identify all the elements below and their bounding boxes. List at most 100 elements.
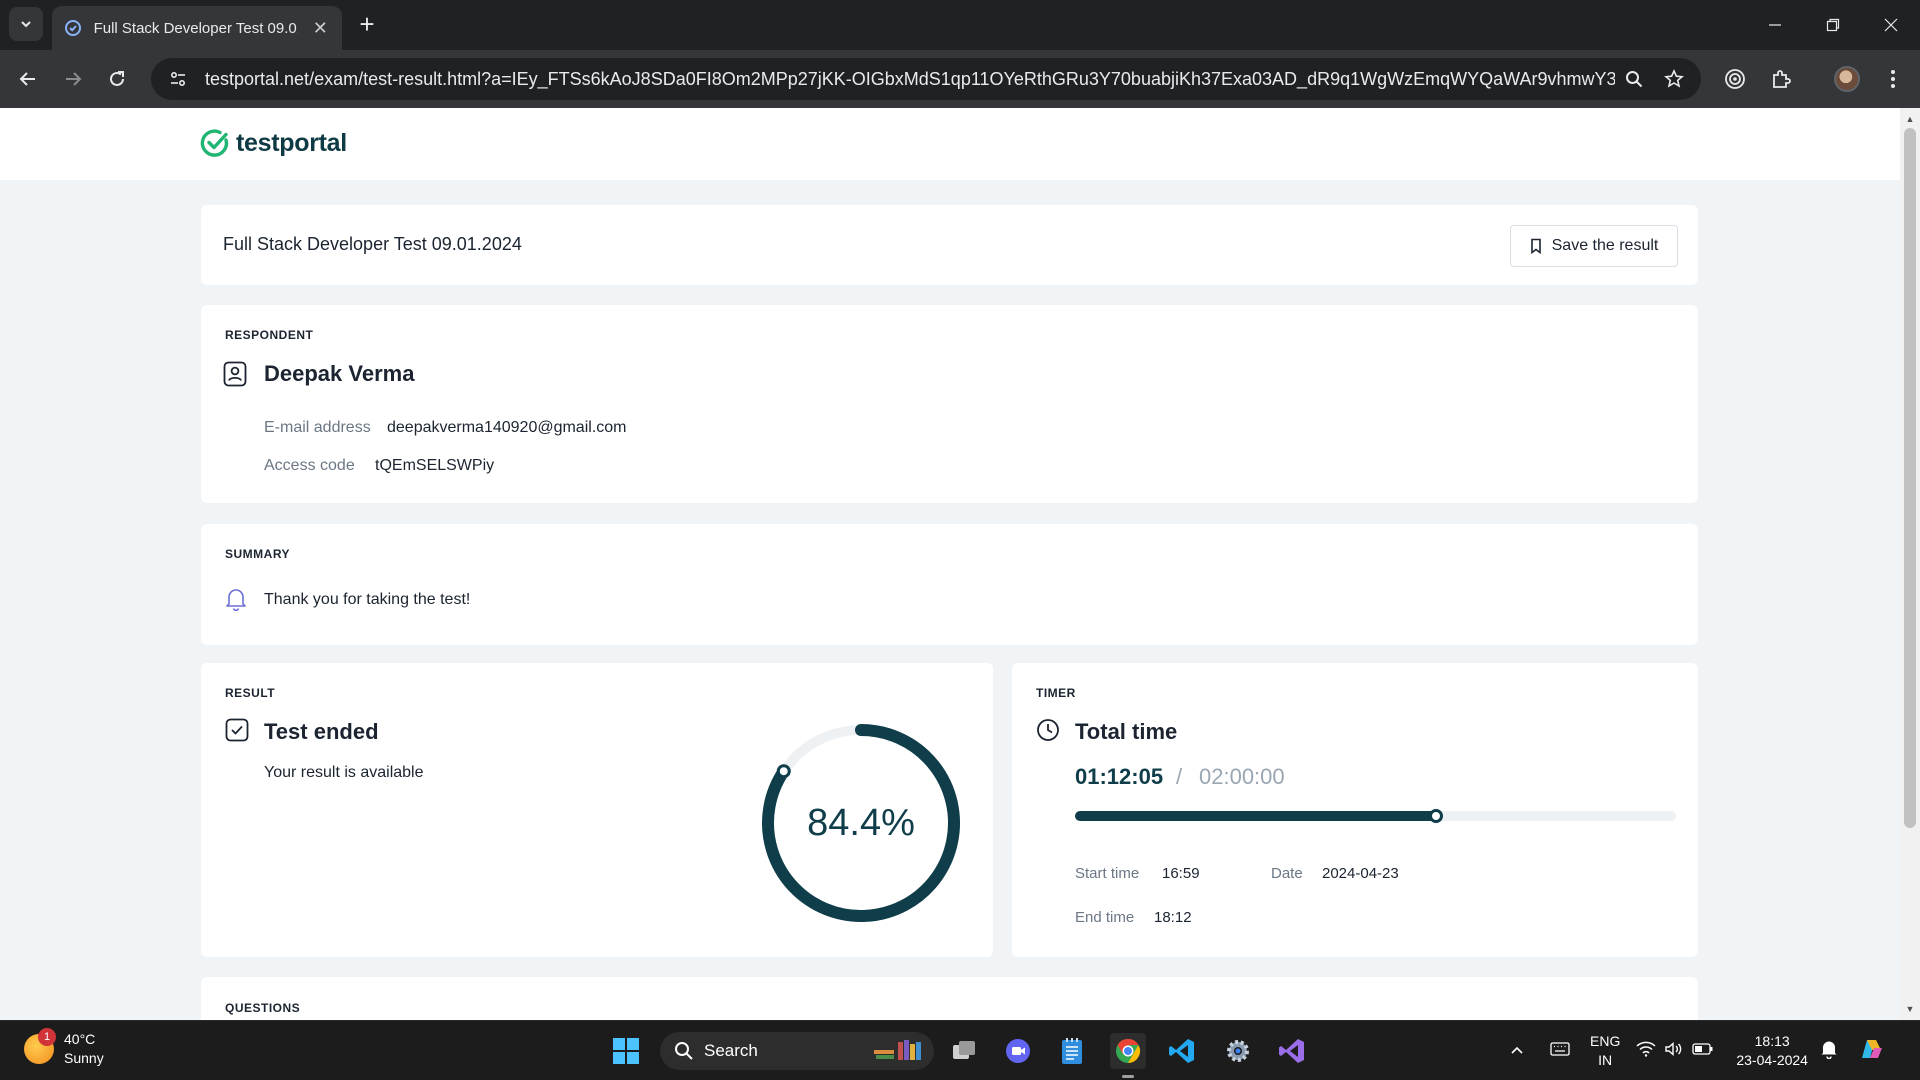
- copilot-icon[interactable]: [1856, 1034, 1886, 1069]
- reload-button[interactable]: [100, 62, 134, 96]
- test-title-card: Full Stack Developer Test 09.01.2024 Sav…: [201, 205, 1698, 285]
- zoom-icon[interactable]: [1621, 66, 1647, 92]
- result-card: RESULT Test ended Your result is availab…: [201, 663, 993, 957]
- minimize-button[interactable]: [1746, 0, 1804, 50]
- browser-tab[interactable]: Full Stack Developer Test 09.01.2024 ✕: [52, 6, 342, 50]
- notepad-button[interactable]: [1054, 1033, 1090, 1069]
- browser-menu-button[interactable]: [1876, 62, 1910, 96]
- profile-avatar: [1834, 66, 1860, 92]
- bookmark-star-icon[interactable]: [1661, 66, 1687, 92]
- chrome-icon: [1116, 1039, 1141, 1063]
- task-view-button[interactable]: [946, 1033, 982, 1069]
- teams-button[interactable]: [1000, 1033, 1036, 1069]
- language-indicator[interactable]: ENG IN: [1590, 1032, 1620, 1070]
- language-code: ENG: [1590, 1033, 1621, 1049]
- page-scrollbar[interactable]: ▲ ▼: [1900, 108, 1920, 1020]
- respondent-name: Deepak Verma: [264, 361, 415, 386]
- end-time-label: End time: [1075, 909, 1135, 926]
- start-time-value: 16:59: [1162, 865, 1200, 882]
- email-value: deepakverma140920@gmail.com: [387, 419, 627, 436]
- temperature: 40°C: [64, 1031, 96, 1047]
- restore-button[interactable]: [1804, 0, 1862, 50]
- test-title: Full Stack Developer Test 09.01.2024: [223, 234, 522, 254]
- close-window-button[interactable]: [1862, 0, 1920, 50]
- save-result-button[interactable]: Save the result: [1510, 225, 1678, 267]
- profile-button[interactable]: [1830, 62, 1864, 96]
- scroll-up-arrow-icon[interactable]: ▲: [1905, 114, 1915, 124]
- back-button[interactable]: [11, 62, 45, 96]
- visual-studio-button[interactable]: [1274, 1033, 1310, 1069]
- region-code: IN: [1598, 1052, 1613, 1068]
- taskbar-search[interactable]: Search: [660, 1032, 934, 1070]
- scroll-down-arrow-icon[interactable]: ▼: [1905, 1004, 1915, 1014]
- windows-logo-icon: [613, 1038, 639, 1064]
- volume-icon[interactable]: [1664, 1041, 1684, 1062]
- tab-close-icon[interactable]: ✕: [310, 18, 330, 39]
- timer-card: TIMER Total time 01:12:05 / 02:00:00 Sta…: [1012, 663, 1698, 957]
- more-vertical-icon: [1891, 70, 1895, 88]
- summary-text: Thank you for taking the test!: [264, 591, 471, 608]
- email-label: E-mail address: [264, 419, 371, 436]
- questions-section-label: QUESTIONS: [225, 1001, 301, 1015]
- address-bar[interactable]: testportal.net/exam/test-result.html?a=I…: [151, 58, 1701, 100]
- tab-title: Full Stack Developer Test 09.01.2024: [93, 19, 299, 37]
- bookmark-icon: [1530, 238, 1542, 254]
- clock-icon: [1036, 718, 1060, 747]
- wifi-icon[interactable]: [1636, 1041, 1656, 1062]
- weather-widget[interactable]: 1 40°C Sunny: [24, 1028, 104, 1068]
- date-value: 2024-04-23: [1322, 865, 1399, 882]
- site-info-icon[interactable]: [163, 64, 193, 94]
- browser-tab-bar: Full Stack Developer Test 09.01.2024 ✕ +: [0, 0, 1920, 50]
- tab-search-button[interactable]: [9, 7, 43, 41]
- clock-time: 18:13: [1754, 1033, 1790, 1049]
- respondent-section-label: RESPONDENT: [225, 328, 314, 342]
- score-percentage: 84.4%: [807, 801, 915, 844]
- time-progress-marker: [1428, 809, 1443, 823]
- elapsed-time: 01:12:05: [1075, 764, 1164, 789]
- gear-icon: [1227, 1040, 1249, 1062]
- logo-text: testportal: [236, 128, 347, 157]
- user-badge-icon: [223, 361, 247, 392]
- reload-icon: [110, 71, 124, 86]
- result-heading: Test ended: [264, 719, 379, 744]
- sun-weather-icon: 1: [24, 1028, 56, 1064]
- system-clock[interactable]: 18:13 23-04-2024: [1736, 1032, 1808, 1070]
- search-icon: [675, 1042, 693, 1060]
- settings-button[interactable]: [1220, 1033, 1256, 1069]
- battery-icon[interactable]: [1692, 1042, 1714, 1061]
- access-code-value: tQEmSELSWPiy: [375, 457, 495, 474]
- scrollbar-thumb[interactable]: [1904, 128, 1916, 828]
- visual-studio-icon: [1279, 1039, 1304, 1063]
- timer-section-label: TIMER: [1036, 686, 1076, 700]
- extensions-button[interactable]: [1764, 62, 1798, 96]
- video-chat-icon: [1006, 1039, 1030, 1063]
- keyboard-icon[interactable]: [1540, 1041, 1580, 1061]
- forward-button[interactable]: [56, 62, 90, 96]
- system-tray: ENG IN 18:13 23-04-2024: [1500, 1021, 1886, 1080]
- summary-card: SUMMARY Thank you for taking the test!: [201, 524, 1698, 645]
- clock-date: 23-04-2024: [1736, 1052, 1808, 1068]
- arrow-left-icon: [19, 72, 35, 86]
- start-button[interactable]: [608, 1033, 644, 1069]
- puzzle-icon: [1773, 70, 1791, 88]
- testportal-logo[interactable]: testportal: [200, 128, 347, 158]
- show-hidden-icons-chevron-icon[interactable]: [1500, 1042, 1534, 1060]
- vscode-button[interactable]: [1164, 1033, 1200, 1069]
- notification-badge: 1: [38, 1028, 56, 1046]
- total-time-limit: 02:00:00: [1199, 764, 1285, 789]
- url-text[interactable]: testportal.net/exam/test-result.html?a=I…: [205, 69, 1615, 90]
- start-time-label: Start time: [1075, 865, 1140, 882]
- minimize-icon: [1769, 24, 1781, 26]
- notepad-icon: [1062, 1038, 1082, 1064]
- new-tab-button[interactable]: +: [352, 10, 382, 40]
- windows-taskbar: 1 40°C Sunny Search ENG IN 18:13 23-04-2…: [0, 1020, 1920, 1080]
- score-gauge: 84.4%: [756, 718, 966, 928]
- browser-toolbar: testportal.net/exam/test-result.html?a=I…: [0, 50, 1920, 108]
- time-progress-bar: [1075, 809, 1676, 823]
- notification-bell-icon[interactable]: [1820, 1039, 1838, 1064]
- vscode-icon: [1169, 1039, 1194, 1063]
- chrome-button[interactable]: [1110, 1033, 1146, 1078]
- testportal-favicon-icon: [64, 19, 82, 37]
- extension-button[interactable]: [1718, 62, 1752, 96]
- summary-section-label: SUMMARY: [225, 547, 291, 561]
